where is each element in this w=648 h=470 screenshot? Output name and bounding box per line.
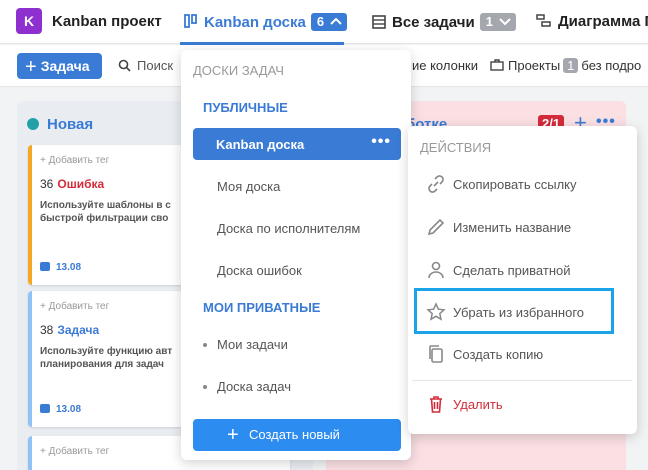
card-color-bar	[28, 436, 32, 470]
card-description: Используйте шаблоны в с быстрой фильтраци…	[40, 200, 171, 224]
plus-icon: +	[25, 56, 37, 78]
add-tag-link[interactable]: + Добавить тег	[40, 301, 109, 312]
card-title[interactable]: 38 Задача	[40, 323, 99, 337]
card-description: Используйте функцию авт планирования для …	[40, 346, 173, 370]
copy-link-action[interactable]: Скопировать ссылку	[426, 174, 626, 196]
add-task-button[interactable]: + Задача	[17, 53, 102, 79]
tab-all-tasks[interactable]: Все задачи 1	[372, 13, 516, 33]
star-icon	[426, 302, 446, 321]
calendar-icon	[40, 404, 50, 413]
project-name[interactable]: Kanban проект	[52, 13, 162, 30]
actions-heading: ДЕЙСТВИЯ	[420, 140, 492, 155]
more-icon[interactable]: •••	[371, 133, 391, 151]
board-item-my-board[interactable]: Моя доска	[217, 179, 280, 194]
bullet-icon	[203, 343, 207, 347]
pencil-icon	[427, 218, 445, 236]
board-icon	[184, 14, 198, 33]
chevron-up-icon	[330, 17, 342, 25]
search-field[interactable]: Поиск	[118, 58, 173, 73]
user-icon	[428, 261, 444, 279]
board-item-assignees[interactable]: Доска по исполнителям	[217, 221, 360, 236]
columns-toggle[interactable]: ие колонки	[412, 58, 478, 73]
tab-gantt[interactable]: Диаграмма Г	[536, 13, 648, 32]
tab-count[interactable]: 1	[479, 13, 516, 31]
top-bar: K Kanban проект Kanban доска 6 Все задачи…	[0, 0, 648, 45]
board-item-bugs[interactable]: Доска ошибок	[217, 263, 302, 278]
tab-kanban-board[interactable]: Kanban доска 6	[184, 13, 347, 33]
column-title[interactable]: Новая	[47, 116, 93, 133]
plus-icon: +	[227, 424, 239, 446]
tab-label: Kanban доска	[204, 14, 306, 31]
board-item-my-tasks[interactable]: Мои задачи	[217, 337, 288, 352]
briefcase-icon	[490, 59, 504, 71]
create-board-button[interactable]: + Создать новый	[193, 419, 401, 451]
tab-label: Все задачи	[392, 14, 475, 31]
duplicate-action[interactable]: Создать копию	[426, 344, 626, 366]
actions-dropdown: ДЕЙСТВИЯ Скопировать ссылку Изменить наз…	[408, 126, 637, 434]
public-section-title: ПУБЛИЧНЫЕ	[203, 100, 288, 115]
card-color-bar	[28, 145, 32, 285]
add-tag-link[interactable]: + Добавить тег	[40, 446, 109, 457]
gantt-icon	[536, 14, 552, 32]
rename-action[interactable]: Изменить название	[426, 217, 626, 239]
trash-icon	[430, 396, 442, 413]
bullet-icon	[203, 385, 207, 389]
tab-label: Диаграмма Г	[558, 13, 648, 30]
dropdown-heading: ДОСКИ ЗАДАЧ	[193, 63, 284, 78]
boards-dropdown: ДОСКИ ЗАДАЧ ПУБЛИЧНЫЕ Kanban доска ••• М…	[181, 50, 411, 460]
search-icon	[118, 59, 131, 72]
board-item-task-board[interactable]: Доска задач	[217, 379, 291, 394]
private-section-title: МОИ ПРИВАТНЫЕ	[203, 300, 321, 315]
unfavorite-action[interactable]: Убрать из избранного	[426, 302, 626, 324]
project-avatar[interactable]: K	[16, 8, 42, 34]
card-due-date: 13.08	[40, 404, 81, 415]
chevron-down-icon	[498, 18, 511, 26]
list-icon	[372, 15, 386, 33]
tab-count[interactable]: 6	[310, 13, 347, 31]
column-color-dot	[27, 118, 39, 130]
board-item-kanban[interactable]: Kanban доска •••	[193, 128, 401, 160]
add-tag-link[interactable]: + Добавить тег	[40, 155, 109, 166]
card-title[interactable]: 36 Ошибка	[40, 177, 104, 191]
projects-filter[interactable]: Проекты 1 без подро	[490, 58, 641, 73]
link-icon	[428, 175, 444, 193]
copy-icon	[429, 345, 443, 363]
make-private-action[interactable]: Сделать приватной	[426, 260, 626, 282]
calendar-icon	[40, 262, 50, 271]
card-due-date: 13.08	[40, 262, 81, 273]
menu-divider	[412, 380, 632, 381]
card-color-bar	[28, 291, 32, 427]
delete-action[interactable]: Удалить	[426, 394, 626, 416]
